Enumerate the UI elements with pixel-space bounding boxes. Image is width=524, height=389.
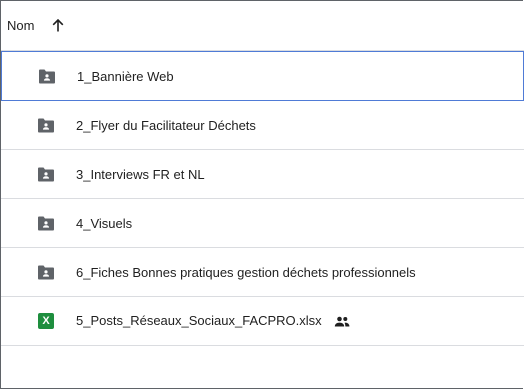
file-name: 1_Bannière Web (77, 68, 174, 84)
file-name-wrapper: 5_Posts_Réseaux_Sociaux_FACPRO.xlsx (76, 313, 350, 330)
list-header: Nom (1, 1, 524, 51)
shared-folder-icon (38, 67, 56, 85)
file-name: 2_Flyer du Facilitateur Déchets (76, 117, 256, 133)
shared-folder-icon (37, 165, 55, 183)
file-name: 3_Interviews FR et NL (76, 166, 205, 182)
file-name: 4_Visuels (76, 215, 133, 231)
name-column-header[interactable]: Nom (7, 18, 34, 33)
list-item[interactable]: 2_Flyer du Facilitateur Déchets (1, 101, 524, 150)
shared-folder-icon (37, 263, 55, 281)
list-item[interactable]: 1_Bannière Web (1, 51, 524, 101)
list-item[interactable]: X 5_Posts_Réseaux_Sociaux_FACPRO.xlsx (1, 297, 524, 346)
list-item[interactable]: 6_Fiches Bonnes pratiques gestion déchet… (1, 248, 524, 297)
file-list-panel: Nom 1_Bannière Web 2_Flyer du Facilitate… (0, 0, 524, 389)
shared-folder-icon (37, 116, 55, 134)
list-item[interactable]: 3_Interviews FR et NL (1, 150, 524, 199)
file-list: 1_Bannière Web 2_Flyer du Facilitateur D… (1, 51, 524, 346)
file-name: 5_Posts_Réseaux_Sociaux_FACPRO.xlsx (76, 312, 322, 328)
arrow-up-icon[interactable] (51, 19, 65, 33)
list-item[interactable]: 4_Visuels (1, 199, 524, 248)
shared-folder-icon (37, 214, 55, 232)
excel-file-icon: X (37, 312, 55, 330)
people-icon (334, 315, 350, 330)
file-name: 6_Fiches Bonnes pratiques gestion déchet… (76, 264, 416, 280)
excel-badge: X (38, 313, 54, 329)
